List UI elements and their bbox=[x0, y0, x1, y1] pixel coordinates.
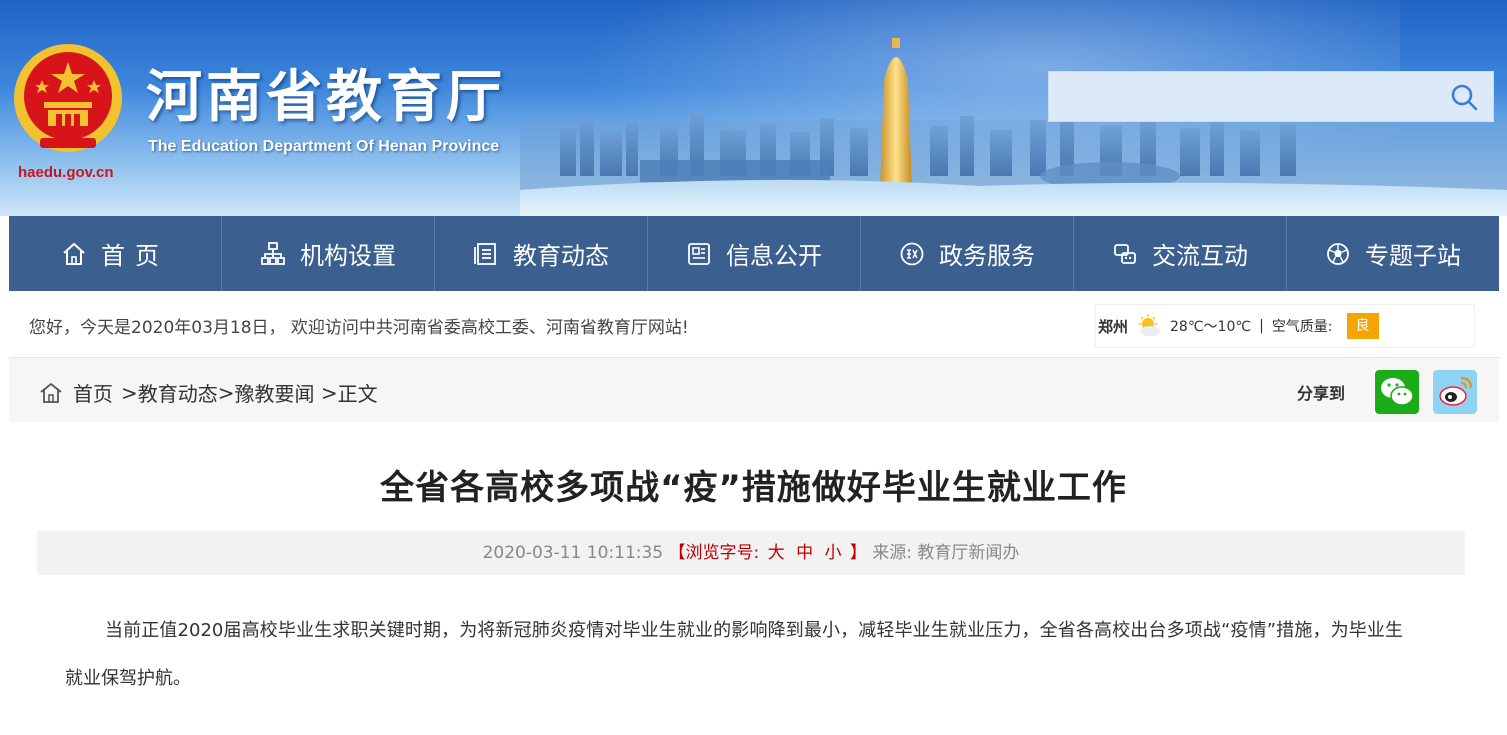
air-quality-badge: 良 bbox=[1346, 313, 1379, 339]
air-quality-label: 空气质量: bbox=[1271, 319, 1333, 335]
weather-separator: | bbox=[1259, 318, 1264, 334]
font-size-bracket: 】 bbox=[849, 543, 867, 563]
weibo-icon[interactable] bbox=[1433, 370, 1478, 414]
article-source: 来源: 教育厅新闻办 bbox=[872, 543, 1020, 563]
weather-widget: 郑州 28℃～10℃ | 空气质量: 良 bbox=[1095, 304, 1475, 348]
nav-item-government-services[interactable]: 政务服务 bbox=[861, 216, 1074, 291]
home-icon bbox=[63, 242, 85, 265]
breadcrumb-separator: > bbox=[217, 380, 235, 405]
home-icon bbox=[40, 382, 62, 403]
weather-temperature: 28℃～10℃ bbox=[1170, 319, 1252, 335]
article-title: 全省各高校多项战“疫”措施做好毕业生就业工作 bbox=[380, 468, 1127, 508]
site-english-name: The Education Department Of Henan Provin… bbox=[148, 138, 500, 155]
org-chart-icon bbox=[261, 241, 285, 265]
breadcrumb: 首页 > 教育动态 > 豫教要闻 > 正文 bbox=[39, 378, 378, 407]
national-emblem-logo bbox=[14, 44, 122, 152]
breadcrumb-separator: > bbox=[121, 380, 138, 405]
site-domain: haedu.gov.cn bbox=[18, 164, 114, 181]
breadcrumb-bar: 首页 > 教育动态 > 豫教要闻 > 正文 分享到 bbox=[9, 358, 1499, 422]
sunny-cloud-icon bbox=[1139, 314, 1161, 336]
share-label: 分享到 bbox=[1297, 384, 1346, 403]
nav-item-topic-sites[interactable]: 专题子站 bbox=[1287, 216, 1499, 291]
nav-item-label: 信息公开 bbox=[726, 242, 822, 270]
share-bar: 分享到 bbox=[1297, 370, 1478, 414]
nav-item-label: 首页 bbox=[101, 242, 169, 270]
breadcrumb-current: 正文 bbox=[337, 382, 378, 406]
font-size-large-button[interactable]: 大 bbox=[768, 543, 785, 563]
nav-item-label: 政务服务 bbox=[939, 242, 1035, 270]
font-size-medium-button[interactable]: 中 bbox=[796, 543, 813, 563]
article-datetime: 2020-03-11 10:11:35 bbox=[482, 543, 664, 563]
font-size-control: 【浏览字号: 大 中 小 】 bbox=[669, 543, 873, 563]
breadcrumb-henan-news-link[interactable]: 豫教要闻 bbox=[235, 378, 315, 407]
weather-city: 郑州 bbox=[1098, 317, 1129, 336]
breadcrumb-education-news-link[interactable]: 教育动态 bbox=[138, 378, 218, 407]
article-meta: 2020-03-11 10:11:35 【浏览字号: 大 中 小 】 来源: 教… bbox=[37, 531, 1465, 575]
search-box bbox=[1048, 71, 1494, 122]
welcome-bar: 您好，今天是2020年03月18日， 欢迎访问中共河南省委高校工委、河南省教育厅… bbox=[9, 291, 1499, 358]
nav-item-interaction[interactable]: 交流互动 bbox=[1074, 216, 1287, 291]
site-title: 河南省教育厅 bbox=[146, 64, 506, 130]
search-input[interactable] bbox=[1049, 72, 1419, 121]
search-icon[interactable] bbox=[1449, 82, 1479, 112]
main-nav: 首页 机构设置 教育动态 信息公开 政务服务 交流互动 专题子站 bbox=[9, 216, 1499, 291]
breadcrumb-home-link[interactable]: 首页 bbox=[73, 378, 113, 407]
font-size-small-button[interactable]: 小 bbox=[824, 543, 841, 563]
government-seal-icon bbox=[900, 242, 924, 265]
chat-exchange-icon bbox=[1114, 243, 1136, 264]
article-body: 当前正值2020届高校毕业生求职关键时期，为将新冠肺炎疫情对毕业生就业的影响降到… bbox=[65, 620, 1403, 689]
breadcrumb-separator: > bbox=[314, 380, 338, 405]
welcome-message: 您好，今天是2020年03月18日， 欢迎访问中共河南省委高校工委、河南省教育厅… bbox=[29, 318, 689, 338]
news-icon bbox=[474, 242, 496, 265]
font-size-label: 【浏览字号: bbox=[668, 543, 760, 563]
nav-item-organization[interactable]: 机构设置 bbox=[222, 216, 435, 291]
nav-item-home[interactable]: 首页 bbox=[9, 216, 222, 291]
info-card-icon bbox=[688, 242, 710, 265]
wechat-icon[interactable] bbox=[1375, 370, 1420, 414]
nav-item-education-news[interactable]: 教育动态 bbox=[435, 216, 648, 291]
nav-item-label: 专题子站 bbox=[1365, 242, 1461, 270]
nav-item-info-disclosure[interactable]: 信息公开 bbox=[648, 216, 861, 291]
site-header: 河南省教育厅 The Education Department Of Henan… bbox=[0, 0, 1507, 216]
nav-item-label: 交流互动 bbox=[1152, 242, 1248, 270]
nav-item-label: 机构设置 bbox=[300, 242, 396, 270]
soccer-ball-icon bbox=[1327, 242, 1349, 265]
nav-item-label: 教育动态 bbox=[513, 242, 609, 270]
